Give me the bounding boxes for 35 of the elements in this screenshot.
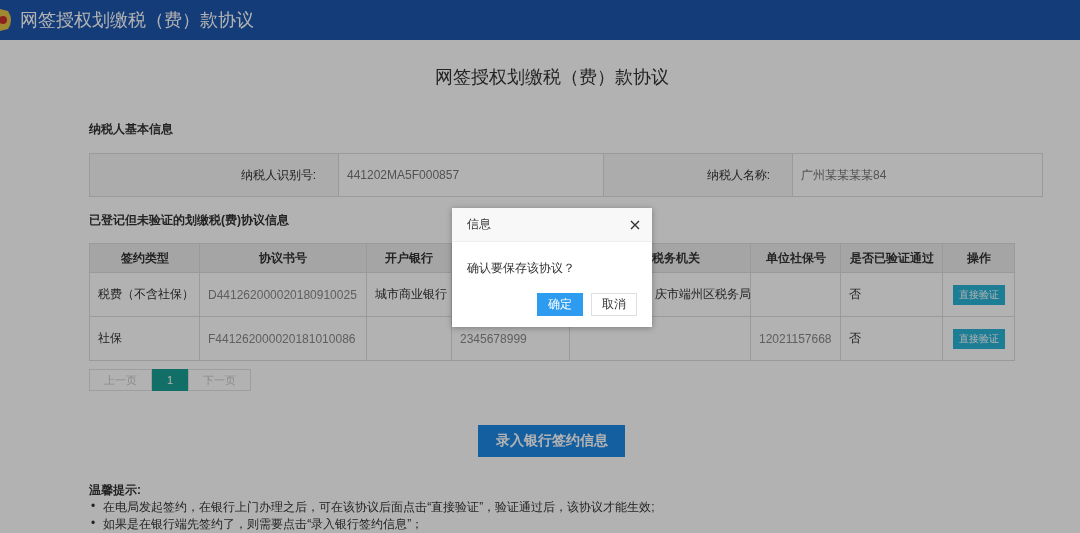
column-header: 开户银行 (366, 243, 452, 273)
page-button[interactable]: 1 (152, 369, 189, 391)
field-label: 纳税人名称: (603, 153, 793, 197)
app-title: 网签授权划缴税（费）款协议 (20, 9, 254, 32)
tip-text: 如果是在银行端先签约了，则需要点击“录入银行签约信息”； (103, 516, 424, 533)
bullet: • (91, 499, 96, 515)
bullet: • (91, 516, 96, 532)
close-icon[interactable] (630, 219, 640, 230)
table-cell: 社保 (89, 316, 200, 361)
confirm-button[interactable]: 确定 (537, 293, 583, 316)
column-header: 是否已验证通过 (840, 243, 943, 273)
column-header: 单位社保号 (750, 243, 841, 273)
verify-button[interactable]: 直接验证 (952, 284, 1005, 305)
table-cell: 否 (840, 316, 943, 361)
page-title: 网签授权划缴税（费）款协议 (433, 66, 670, 89)
table-cell: 12021157668 (750, 316, 841, 361)
field-value: 广州某某某某84 (792, 153, 1043, 197)
column-header: 签约类型 (89, 243, 200, 273)
dialog-title: 信息 (467, 216, 491, 233)
table-cell: 税费（不含社保） (89, 272, 200, 317)
field-label: 纳税人识别号: (89, 153, 339, 197)
table-cell: 城市商业银行 (366, 272, 452, 317)
table-cell: D441262000020180910025 (199, 272, 367, 317)
section-title: 已登记但未验证的划缴税(费)协议信息 (89, 212, 289, 229)
enter-bank-info-button[interactable]: 录入银行签约信息 (478, 425, 625, 457)
field-value: 441202MA5F000857 (338, 153, 604, 197)
tip-text: 在电局发起签约，在银行上门办理之后，可在该协议后面点击“直接验证”，验证通过后，该协议才能生效; (103, 499, 655, 516)
verify-button[interactable]: 直接验证 (952, 328, 1005, 349)
table-cell: 否 (840, 272, 943, 317)
section-title: 纳税人基本信息 (89, 121, 173, 138)
cancel-button[interactable]: 取消 (591, 293, 637, 316)
column-header: 操作 (942, 243, 1015, 273)
column-header: 协议书号 (199, 243, 367, 273)
table-cell: F441262000020181010086 (199, 316, 367, 361)
tips-title: 温馨提示: (89, 482, 141, 499)
